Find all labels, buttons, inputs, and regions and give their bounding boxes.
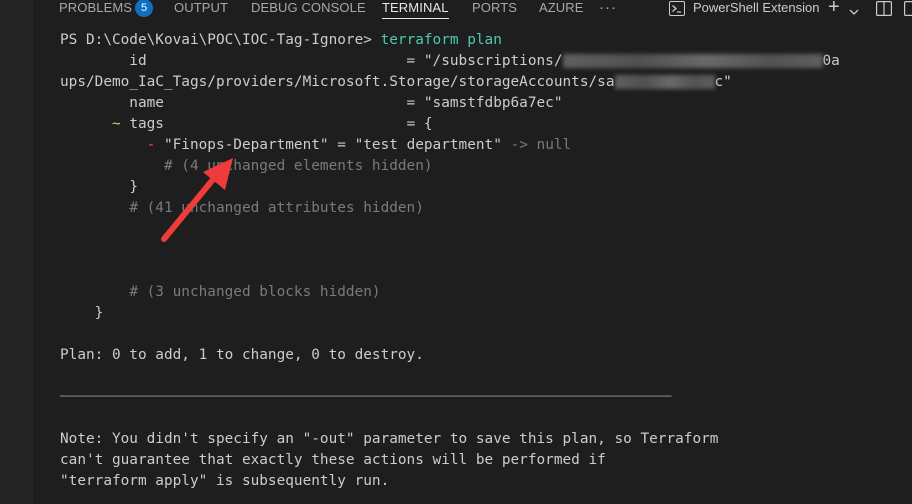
hidden-elements-line: # (4 unchanged elements hidden) [163,158,433,174]
separator-line: ────────────────────────────────────────… [60,389,672,405]
annotation-arrow-icon [161,158,233,242]
redacted-subscription-id [562,54,823,68]
plan-summary: Plan: 0 to add, 1 to change, 0 to destro… [60,347,424,363]
split-terminal-icon[interactable] [876,1,893,19]
bottom-panel: PROBLEMS 5 OUTPUT DEBUG CONSOLE TERMINAL … [33,0,912,504]
activity-bar-edge [0,0,33,504]
close-tags-line: } [129,179,138,195]
prompt: PS D:\Code\Kovai\POC\IOC-Tag-Ignore> [60,32,372,48]
terminal-shell-name[interactable]: PowerShell Extension [693,0,819,18]
redacted-account-name [614,75,715,89]
name-line: name = "samstfdbp6a7ec" [60,95,563,111]
note-line-2: can't guarantee that exactly these actio… [60,452,606,468]
chevron-down-icon[interactable] [849,4,859,19]
command: terraform plan [380,32,502,48]
tab-azure[interactable]: AZURE [539,0,584,18]
tags-line: ~ tags = { [111,116,433,132]
tab-ports[interactable]: PORTS [472,0,517,18]
more-tabs-button[interactable]: ··· [599,0,617,18]
new-terminal-button[interactable]: + [828,0,840,18]
kill-terminal-icon[interactable] [904,1,912,19]
path-line: ups/Demo_IaC_Tags/providers/Microsoft.St… [60,74,732,90]
tab-terminal[interactable]: TERMINAL [382,0,449,19]
tab-output[interactable]: OUTPUT [174,0,228,18]
id-line: id = "/subscriptions/0a [60,53,840,69]
tab-debug-console[interactable]: DEBUG CONSOLE [251,0,366,18]
tag-removed-line: - "Finops-Department" = "test department… [146,137,572,153]
terminal-shell-icon [669,1,685,19]
problems-count-badge: 5 [135,0,154,17]
panel-tab-bar: PROBLEMS 5 OUTPUT DEBUG CONSOLE TERMINAL … [33,0,912,20]
hidden-blocks-line: # (3 unchanged blocks hidden) [129,284,381,300]
prompt-line: PS D:\Code\Kovai\POC\IOC-Tag-Ignore> ter… [60,30,502,51]
tab-problems-label: PROBLEMS [59,0,133,15]
close-resource-line: } [94,305,104,321]
update-marker: ~ [111,116,121,132]
note-line-1: Note: You didn't specify an "-out" param… [60,431,719,447]
tab-problems[interactable]: PROBLEMS 5 [59,0,154,18]
note-line-3: "terraform apply" is subsequently run. [60,473,390,489]
